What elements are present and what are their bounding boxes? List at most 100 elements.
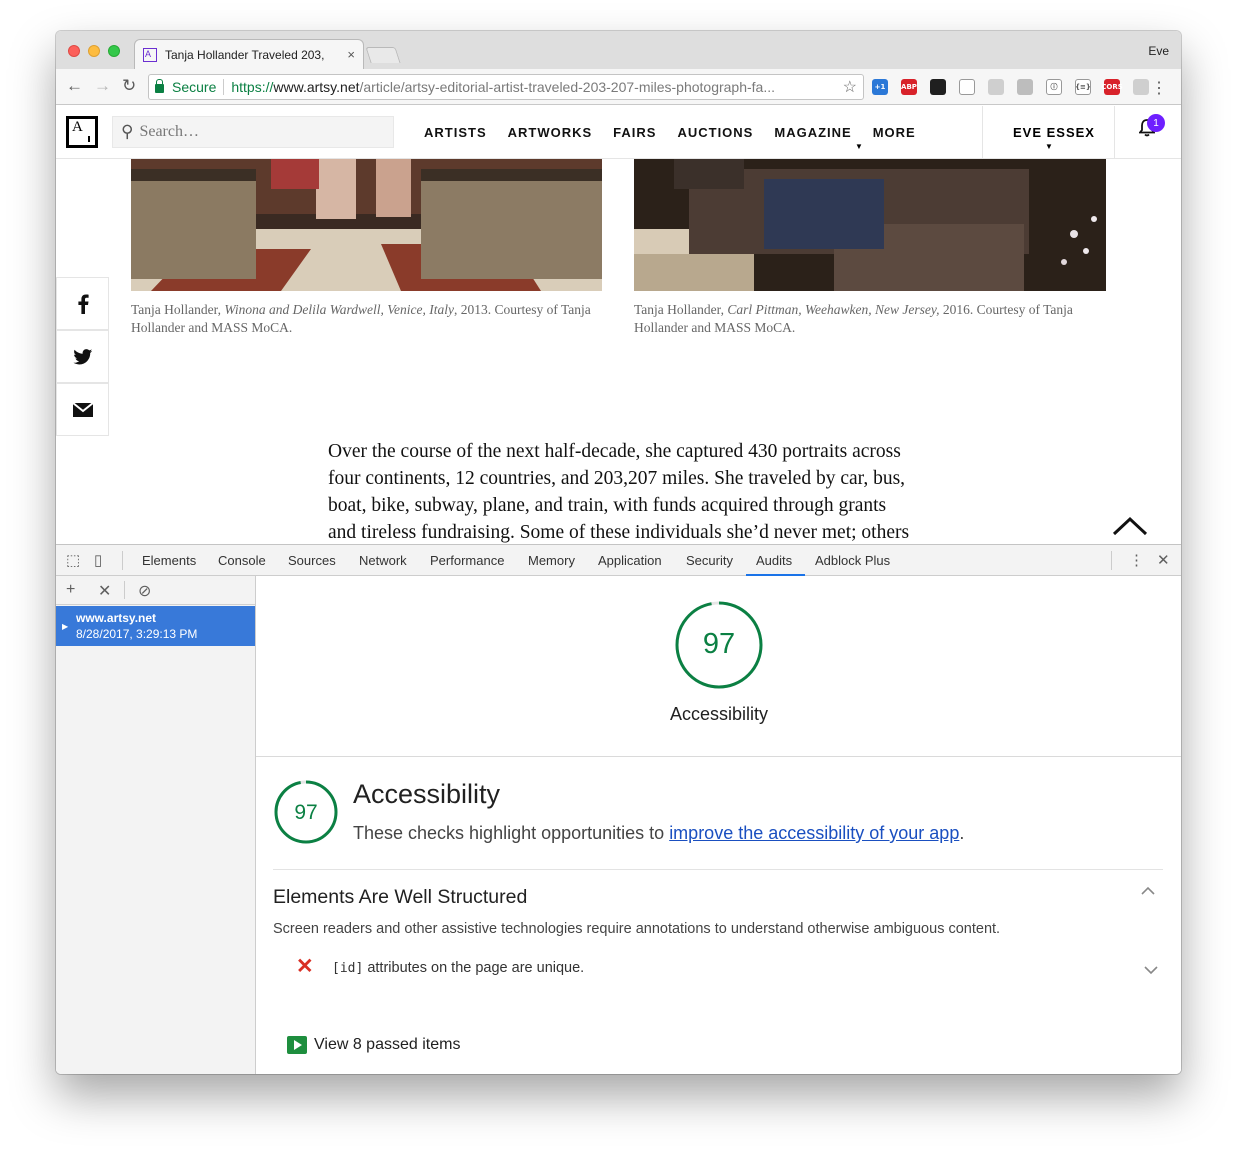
- forward-arrow-icon[interactable]: →: [94, 77, 111, 95]
- close-window-button[interactable]: [68, 45, 80, 57]
- tab-sources[interactable]: Sources: [288, 553, 336, 568]
- block-icon[interactable]: ⊘: [138, 581, 151, 601]
- info-ext-icon[interactable]: ⓘ: [1046, 79, 1062, 95]
- audit-item[interactable]: ✕ [id] attributes on the page are unique…: [296, 955, 1166, 981]
- nav-fairs[interactable]: FAIRS: [613, 125, 656, 140]
- audit-report: 97 Accessibility 97 Accessibility These …: [256, 576, 1181, 1074]
- settings-ext-icon[interactable]: [1133, 79, 1149, 95]
- bookmark-star-icon[interactable]: ☆: [843, 77, 857, 97]
- photo-carl-pittman: [634, 159, 1106, 291]
- audits-sidebar-toolbar: + ✕ ⊘: [56, 576, 255, 605]
- caption-title: Carl Pittman, Weehawken, New Jersey,: [727, 302, 940, 317]
- minimize-window-button[interactable]: [88, 45, 100, 57]
- share-facebook-button[interactable]: [56, 277, 109, 330]
- photo-caption: Tanja Hollander, Carl Pittman, Weehawken…: [634, 301, 1104, 337]
- category-description: These checks highlight opportunities to …: [353, 823, 964, 844]
- profile-name[interactable]: Eve: [1148, 44, 1169, 58]
- email-icon: [72, 402, 93, 417]
- nav-magazine[interactable]: MAGAZINE: [774, 125, 851, 140]
- dropbox-icon[interactable]: [988, 79, 1004, 95]
- tab-network[interactable]: Network: [359, 553, 407, 568]
- clear-audit-icon[interactable]: ✕: [98, 581, 111, 601]
- new-tab-button[interactable]: [365, 47, 401, 63]
- toolbar-divider: [1111, 551, 1112, 570]
- tab-strip: A Tanja Hollander Traveled 203, × Eve: [56, 31, 1181, 69]
- nav-artists[interactable]: ARTISTS: [424, 125, 487, 140]
- tab-adblock-plus[interactable]: Adblock Plus: [815, 553, 890, 568]
- audit-description: attributes on the page are unique.: [363, 960, 585, 976]
- search-input[interactable]: ⚲ Search…: [112, 116, 394, 148]
- tab-close-icon[interactable]: ×: [347, 47, 355, 62]
- color-picker-icon[interactable]: [930, 79, 946, 95]
- passed-items-label: View 8 passed items: [314, 1036, 461, 1053]
- tab-application[interactable]: Application: [598, 553, 662, 568]
- url-scheme: https://: [231, 79, 274, 95]
- grid-ext-icon[interactable]: [1017, 79, 1033, 95]
- audit-item-text: [id] attributes on the page are unique.: [332, 960, 584, 976]
- chevron-up-icon[interactable]: [1112, 516, 1148, 536]
- category-title: Accessibility: [353, 779, 501, 809]
- tab-performance[interactable]: Performance: [430, 553, 504, 568]
- devtools-menu-icon[interactable]: ⋮: [1129, 551, 1144, 569]
- adblock-plus-icon[interactable]: ABP: [901, 79, 917, 95]
- share-twitter-button[interactable]: [56, 330, 109, 383]
- artsy-logo[interactable]: A: [66, 116, 98, 148]
- facebook-icon: [77, 294, 89, 314]
- url-host: www.artsy.net: [273, 79, 360, 95]
- browser-window: A Tanja Hollander Traveled 203, × Eve ← …: [56, 31, 1181, 1074]
- caption-artist: Tanja Hollander,: [634, 302, 728, 317]
- maximize-window-button[interactable]: [108, 45, 120, 57]
- url-path: /article/artsy-editorial-artist-traveled…: [359, 79, 776, 95]
- fail-x-icon: ✕: [296, 955, 314, 978]
- chevron-up-icon[interactable]: [1141, 886, 1155, 896]
- tab-elements[interactable]: Elements: [142, 553, 196, 568]
- inspect-element-icon[interactable]: ⬚: [66, 551, 80, 569]
- json-ext-icon[interactable]: {≡}: [1075, 79, 1091, 95]
- tab-memory[interactable]: Memory: [528, 553, 575, 568]
- add-audit-icon[interactable]: +: [66, 581, 75, 599]
- report-timestamp: 8/28/2017, 3:29:13 PM: [76, 627, 198, 641]
- device-toolbar-icon[interactable]: ▯: [94, 551, 102, 569]
- header-divider: [1114, 106, 1115, 159]
- page-viewport: A ⚲ Search… ARTISTS ARTWORKS FAIRS AUCTI…: [56, 106, 1181, 544]
- article-paragraph: Over the course of the next half-decade,…: [328, 441, 910, 543]
- toolbar-divider: [122, 551, 123, 570]
- cors-ext-icon[interactable]: CORS: [1101, 79, 1123, 95]
- tab-security[interactable]: Security: [686, 553, 733, 568]
- category-desc-text: These checks highlight opportunities to: [353, 823, 670, 843]
- user-menu[interactable]: EVE ESSEX: [1013, 125, 1095, 140]
- artsy-header: A ⚲ Search… ARTISTS ARTWORKS FAIRS AUCTI…: [56, 106, 1181, 159]
- rainbow-ext-icon[interactable]: [959, 79, 975, 95]
- secure-label: Secure: [172, 79, 217, 95]
- nav-artworks[interactable]: ARTWORKS: [508, 125, 593, 140]
- view-passed-items[interactable]: View 8 passed items: [287, 1036, 460, 1054]
- play-triangle-icon: [287, 1036, 307, 1054]
- tab-title: Tanja Hollander Traveled 203,: [165, 47, 325, 62]
- notification-badge[interactable]: 1: [1147, 114, 1165, 132]
- back-arrow-icon[interactable]: ←: [66, 77, 83, 95]
- chevron-down-icon[interactable]: [1144, 965, 1158, 975]
- devtools-tabbar: ⬚ ▯ Elements Console Sources Network Per…: [56, 545, 1181, 576]
- artwork-photo[interactable]: [131, 159, 602, 291]
- artwork-photo[interactable]: [634, 159, 1106, 291]
- report-host: www.artsy.net: [76, 611, 157, 625]
- tab-audits[interactable]: Audits: [756, 553, 792, 568]
- photo-winona-delila: [131, 159, 602, 291]
- score-value: 97: [702, 628, 736, 660]
- nav-auctions[interactable]: AUCTIONS: [677, 125, 753, 140]
- lock-icon: [155, 78, 164, 93]
- browser-toolbar: ← → ↻ Secure https:// www.artsy.net /art…: [56, 69, 1181, 105]
- close-devtools-icon[interactable]: ✕: [1157, 551, 1170, 569]
- share-email-button[interactable]: [56, 383, 109, 436]
- browser-tab[interactable]: A Tanja Hollander Traveled 203, ×: [134, 39, 364, 69]
- tab-console[interactable]: Console: [218, 553, 266, 568]
- audit-group-title[interactable]: Elements Are Well Structured: [273, 886, 527, 909]
- audit-report-item[interactable]: ▶ www.artsy.net 8/28/2017, 3:29:13 PM: [56, 606, 255, 646]
- accessibility-docs-link[interactable]: improve the accessibility of your app: [669, 823, 959, 843]
- address-bar[interactable]: Secure https:// www.artsy.net /article/a…: [148, 74, 864, 100]
- chrome-menu-icon[interactable]: ⋮: [1151, 78, 1167, 98]
- nav-more[interactable]: MORE: [873, 125, 916, 140]
- group-divider: [273, 869, 1163, 870]
- reload-icon[interactable]: ↻: [122, 77, 136, 95]
- plus-one-ext-icon[interactable]: +1: [872, 79, 888, 95]
